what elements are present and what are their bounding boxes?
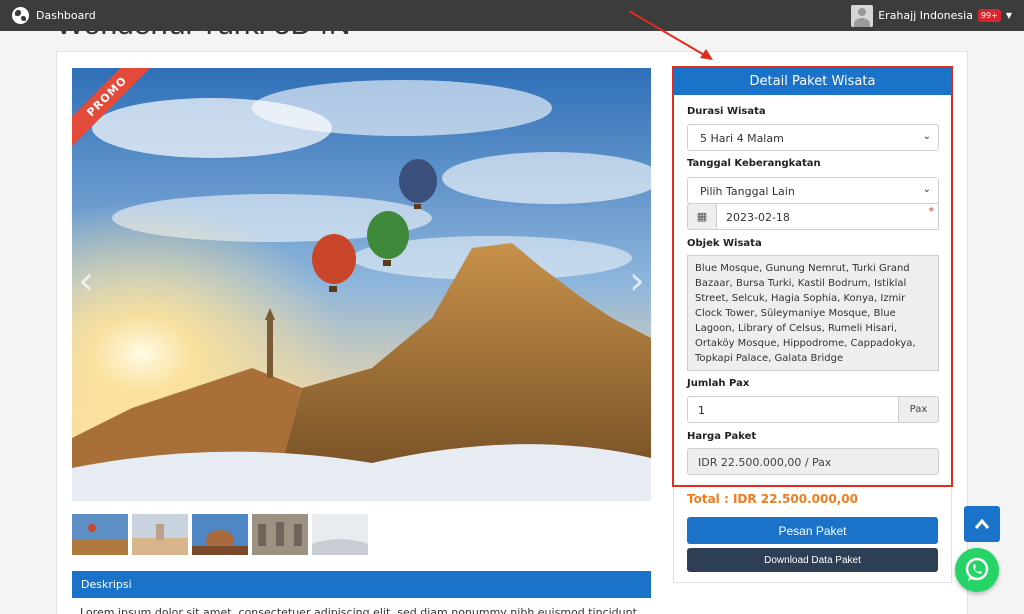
- chevron-down-icon: ⌄: [922, 131, 931, 142]
- date-picker[interactable]: ▦ 2023-02-18 *: [687, 203, 939, 230]
- panel-title: Detail Paket Wisata: [674, 68, 951, 95]
- tanggal-select-value: Pilih Tanggal Lain: [700, 185, 795, 198]
- total-price: Total : IDR 22.500.000,00: [687, 492, 858, 506]
- hero-carousel[interactable]: PROMO ‹ ›: [72, 68, 651, 501]
- thumbnail-4[interactable]: [252, 514, 308, 555]
- tanggal-label: Tanggal Keberangkatan: [687, 158, 821, 169]
- download-data-button[interactable]: Download Data Paket: [687, 548, 938, 572]
- thumbnail-strip: [72, 514, 368, 555]
- pax-group: 1 Pax: [687, 396, 939, 423]
- scroll-top-button[interactable]: [964, 506, 1000, 542]
- description-text: Lorem ipsum dolor sit amet, consectetuer…: [80, 606, 640, 614]
- thumbnail-2[interactable]: [132, 514, 188, 555]
- description-header: Deskripsi: [72, 571, 651, 598]
- durasi-select[interactable]: 5 Hari 4 Malam ⌄: [687, 124, 939, 151]
- objek-wisata-textarea[interactable]: Blue Mosque, Gunung Nemrut, Turki Grand …: [687, 255, 939, 371]
- tanggal-select[interactable]: Pilih Tanggal Lain ⌄: [687, 177, 939, 204]
- pax-input[interactable]: 1: [687, 396, 899, 423]
- pax-unit: Pax: [899, 396, 939, 423]
- dashboard-link[interactable]: Dashboard: [12, 7, 96, 24]
- harga-label: Harga Paket: [687, 431, 757, 442]
- thumbnail-1[interactable]: [72, 514, 128, 555]
- user-name: Erahajj Indonesia: [878, 9, 973, 22]
- hero-image: [72, 68, 651, 501]
- chevron-up-icon: [974, 518, 990, 529]
- carousel-next-icon[interactable]: ›: [629, 258, 645, 304]
- date-input[interactable]: 2023-02-18 *: [717, 203, 939, 230]
- detail-paket-panel: Detail Paket Wisata Durasi Wisata 5 Hari…: [672, 66, 953, 487]
- harga-field: IDR 22.500.000,00 / Pax: [687, 448, 939, 475]
- objek-label: Objek Wisata: [687, 238, 762, 249]
- avatar: [851, 4, 874, 27]
- whatsapp-icon: [965, 557, 989, 581]
- date-value: 2023-02-18: [726, 211, 790, 224]
- chevron-down-icon: ⌄: [922, 184, 931, 195]
- top-navbar: Dashboard Erahajj Indonesia 99+ ▼: [0, 0, 1024, 31]
- dashboard-label: Dashboard: [36, 9, 96, 22]
- notification-badge: 99+: [977, 9, 1001, 22]
- calendar-icon[interactable]: ▦: [687, 203, 717, 230]
- pax-label: Jumlah Pax: [687, 378, 750, 389]
- user-menu[interactable]: Erahajj Indonesia 99+ ▼: [851, 4, 1012, 27]
- globe-icon: [12, 7, 29, 24]
- carousel-prev-icon[interactable]: ‹: [78, 258, 94, 304]
- thumbnail-3[interactable]: [192, 514, 248, 555]
- durasi-label: Durasi Wisata: [687, 106, 766, 117]
- thumbnail-5[interactable]: [312, 514, 368, 555]
- whatsapp-button[interactable]: [955, 548, 999, 592]
- required-mark: *: [928, 205, 935, 218]
- durasi-value: 5 Hari 4 Malam: [700, 132, 784, 145]
- caret-down-icon: ▼: [1005, 11, 1012, 20]
- pesan-paket-button[interactable]: Pesan Paket: [687, 517, 938, 544]
